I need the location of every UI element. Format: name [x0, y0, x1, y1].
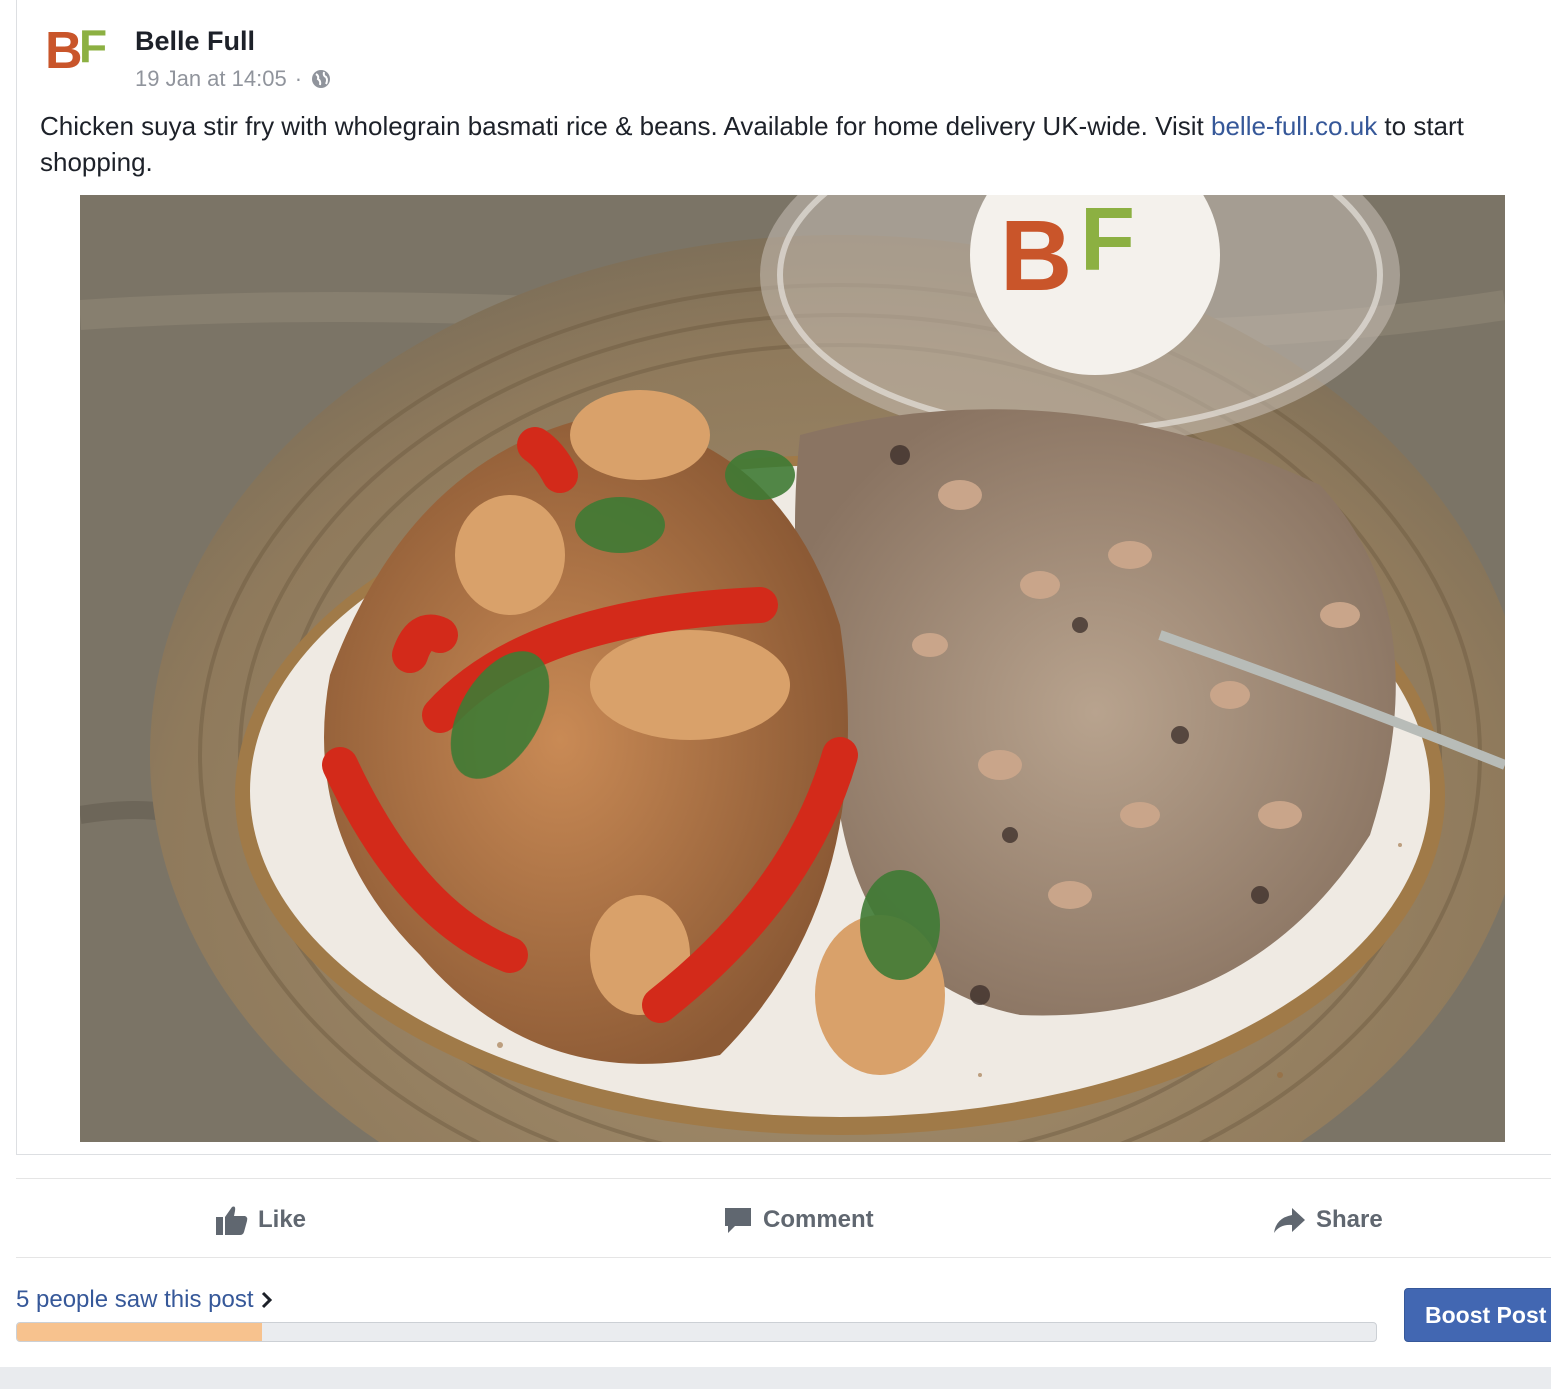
boost-post-label: Boost Post [1425, 1301, 1547, 1328]
meta-separator: · [294, 66, 303, 91]
svg-text:F: F [1080, 195, 1135, 290]
reach-progress-fill [17, 1323, 262, 1341]
comment-label: Comment [763, 1206, 874, 1233]
post-reach-link[interactable]: 5 people saw this post [16, 1286, 273, 1314]
svg-text:F: F [79, 20, 107, 72]
page-name[interactable]: Belle Full [135, 26, 255, 57]
like-button[interactable]: Like [216, 1203, 306, 1237]
share-label: Share [1316, 1206, 1383, 1233]
post-photo[interactable]: B F [80, 195, 1505, 1142]
svg-text:B: B [45, 22, 83, 80]
bf-logo-icon: B F [45, 20, 107, 80]
post-card: B F Belle Full 19 Jan at 14:05 · Chicken… [16, 0, 1551, 1155]
post-meta: 19 Jan at 14:05 · [135, 66, 332, 92]
post-timestamp[interactable]: 19 Jan at 14:05 [135, 66, 287, 92]
post-actions-bar: Like Comment Share [16, 1178, 1551, 1258]
svg-text:B: B [1000, 200, 1072, 312]
message-link[interactable]: belle-full.co.uk [1211, 111, 1377, 141]
boost-post-button[interactable]: Boost Post [1404, 1288, 1551, 1342]
post-message: Chicken suya stir fry with wholegrain ba… [40, 108, 1540, 180]
message-text: Chicken suya stir fry with wholegrain ba… [40, 111, 1211, 141]
reach-progress-bar [16, 1322, 1377, 1342]
like-label: Like [258, 1206, 307, 1233]
feed-divider [0, 1367, 1551, 1389]
chevron-right-icon [262, 1291, 273, 1309]
comment-bubble-icon [725, 1208, 751, 1233]
page-avatar[interactable]: B F [45, 16, 115, 80]
thumbs-up-icon [216, 1206, 248, 1235]
reach-text: 5 people saw this post [16, 1286, 254, 1313]
share-arrow-icon [1274, 1208, 1305, 1233]
comment-button[interactable]: Comment [723, 1203, 874, 1237]
globe-icon[interactable] [310, 68, 332, 90]
share-button[interactable]: Share [1272, 1203, 1383, 1237]
